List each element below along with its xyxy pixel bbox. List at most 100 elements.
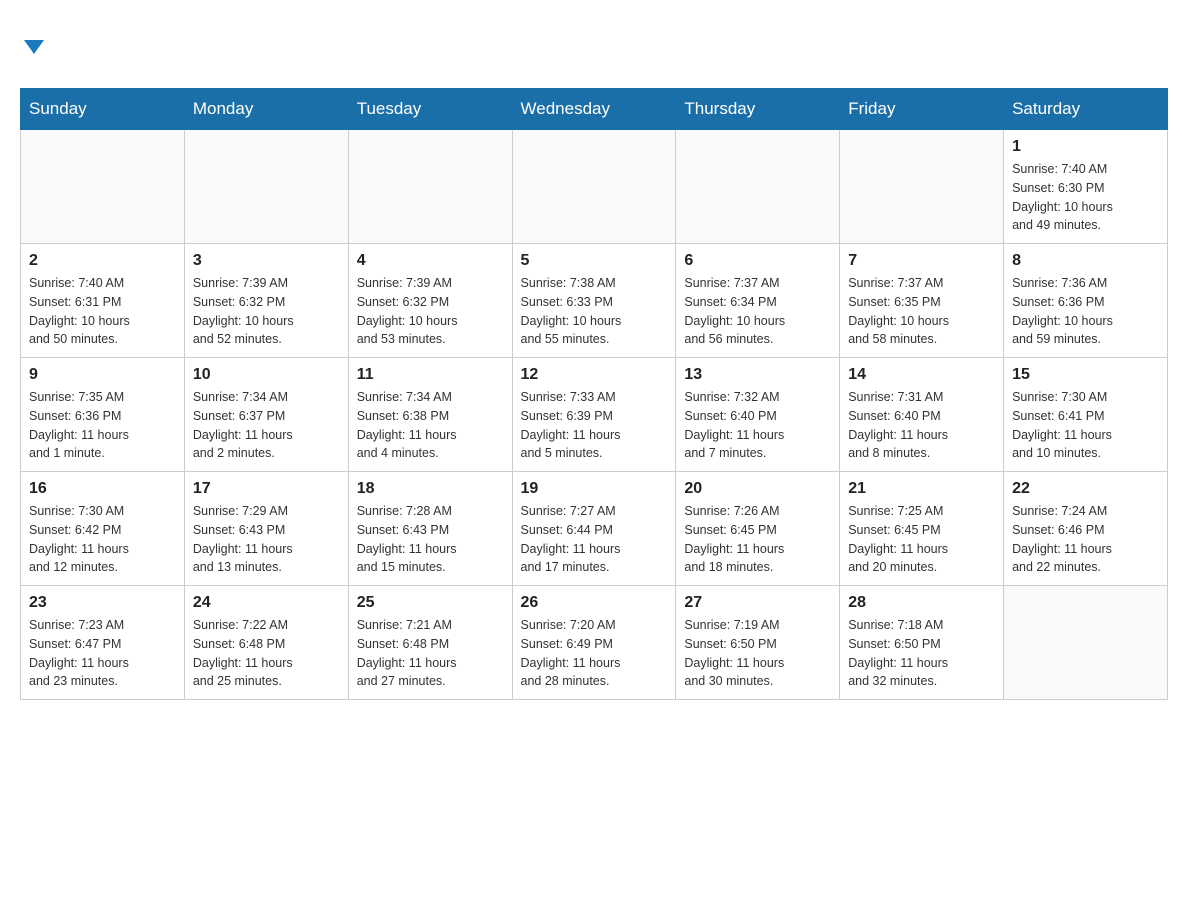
day-number: 4 xyxy=(357,252,504,270)
calendar-cell: 2 Sunrise: 7:40 AMSunset: 6:31 PMDaylight… xyxy=(21,244,185,358)
day-info: Sunrise: 7:38 AMSunset: 6:33 PMDaylight:… xyxy=(521,274,668,349)
calendar-cell: 1 Sunrise: 7:40 AMSunset: 6:30 PMDaylight… xyxy=(1004,130,1168,244)
calendar-cell: 6 Sunrise: 7:37 AMSunset: 6:34 PMDaylight… xyxy=(676,244,840,358)
calendar-cell: 14 Sunrise: 7:31 AMSunset: 6:40 PMDayligh… xyxy=(840,358,1004,472)
day-info: Sunrise: 7:34 AMSunset: 6:37 PMDaylight:… xyxy=(193,388,340,463)
calendar-table: SundayMondayTuesdayWednesdayThursdayFrid… xyxy=(20,88,1168,700)
weekday-header-thursday: Thursday xyxy=(676,89,840,130)
day-info: Sunrise: 7:21 AMSunset: 6:48 PMDaylight:… xyxy=(357,616,504,691)
day-info: Sunrise: 7:39 AMSunset: 6:32 PMDaylight:… xyxy=(357,274,504,349)
calendar-cell xyxy=(676,130,840,244)
day-info: Sunrise: 7:40 AMSunset: 6:30 PMDaylight:… xyxy=(1012,160,1159,235)
calendar-cell: 23 Sunrise: 7:23 AMSunset: 6:47 PMDayligh… xyxy=(21,586,185,700)
day-info: Sunrise: 7:18 AMSunset: 6:50 PMDaylight:… xyxy=(848,616,995,691)
day-info: Sunrise: 7:35 AMSunset: 6:36 PMDaylight:… xyxy=(29,388,176,463)
logo-triangle-icon xyxy=(24,40,44,54)
day-number: 27 xyxy=(684,594,831,612)
day-number: 16 xyxy=(29,480,176,498)
day-info: Sunrise: 7:37 AMSunset: 6:35 PMDaylight:… xyxy=(848,274,995,349)
weekday-header-wednesday: Wednesday xyxy=(512,89,676,130)
calendar-cell: 10 Sunrise: 7:34 AMSunset: 6:37 PMDayligh… xyxy=(184,358,348,472)
day-info: Sunrise: 7:22 AMSunset: 6:48 PMDaylight:… xyxy=(193,616,340,691)
day-number: 9 xyxy=(29,366,176,384)
day-info: Sunrise: 7:23 AMSunset: 6:47 PMDaylight:… xyxy=(29,616,176,691)
day-info: Sunrise: 7:32 AMSunset: 6:40 PMDaylight:… xyxy=(684,388,831,463)
calendar-cell: 15 Sunrise: 7:30 AMSunset: 6:41 PMDayligh… xyxy=(1004,358,1168,472)
day-info: Sunrise: 7:34 AMSunset: 6:38 PMDaylight:… xyxy=(357,388,504,463)
calendar-cell: 11 Sunrise: 7:34 AMSunset: 6:38 PMDayligh… xyxy=(348,358,512,472)
weekday-header-tuesday: Tuesday xyxy=(348,89,512,130)
day-info: Sunrise: 7:27 AMSunset: 6:44 PMDaylight:… xyxy=(521,502,668,577)
calendar-cell: 18Sunrise: 7:28 AMSunset: 6:43 PMDayligh… xyxy=(348,472,512,586)
day-number: 25 xyxy=(357,594,504,612)
calendar-cell xyxy=(1004,586,1168,700)
calendar-cell: 9 Sunrise: 7:35 AMSunset: 6:36 PMDaylight… xyxy=(21,358,185,472)
calendar-cell: 7 Sunrise: 7:37 AMSunset: 6:35 PMDaylight… xyxy=(840,244,1004,358)
calendar-week-5: 23 Sunrise: 7:23 AMSunset: 6:47 PMDayligh… xyxy=(21,586,1168,700)
day-number: 18 xyxy=(357,480,504,498)
day-number: 17 xyxy=(193,480,340,498)
day-info: Sunrise: 7:25 AMSunset: 6:45 PMDaylight:… xyxy=(848,502,995,577)
calendar-cell: 27Sunrise: 7:19 AMSunset: 6:50 PMDayligh… xyxy=(676,586,840,700)
logo xyxy=(20,30,44,58)
day-number: 11 xyxy=(357,366,504,384)
day-number: 13 xyxy=(684,366,831,384)
calendar-cell xyxy=(840,130,1004,244)
calendar-week-4: 16 Sunrise: 7:30 AMSunset: 6:42 PMDayligh… xyxy=(21,472,1168,586)
calendar-cell: 25 Sunrise: 7:21 AMSunset: 6:48 PMDayligh… xyxy=(348,586,512,700)
day-info: Sunrise: 7:20 AMSunset: 6:49 PMDaylight:… xyxy=(521,616,668,691)
calendar-cell: 12Sunrise: 7:33 AMSunset: 6:39 PMDayligh… xyxy=(512,358,676,472)
calendar-cell xyxy=(184,130,348,244)
day-number: 1 xyxy=(1012,138,1159,156)
logo-text xyxy=(20,30,44,58)
calendar-cell: 8Sunrise: 7:36 AMSunset: 6:36 PMDaylight… xyxy=(1004,244,1168,358)
day-number: 26 xyxy=(521,594,668,612)
day-number: 20 xyxy=(684,480,831,498)
day-info: Sunrise: 7:29 AMSunset: 6:43 PMDaylight:… xyxy=(193,502,340,577)
calendar-cell: 24 Sunrise: 7:22 AMSunset: 6:48 PMDayligh… xyxy=(184,586,348,700)
day-info: Sunrise: 7:31 AMSunset: 6:40 PMDaylight:… xyxy=(848,388,995,463)
calendar-week-1: 1 Sunrise: 7:40 AMSunset: 6:30 PMDaylight… xyxy=(21,130,1168,244)
calendar-week-2: 2 Sunrise: 7:40 AMSunset: 6:31 PMDaylight… xyxy=(21,244,1168,358)
day-info: Sunrise: 7:33 AMSunset: 6:39 PMDaylight:… xyxy=(521,388,668,463)
day-info: Sunrise: 7:39 AMSunset: 6:32 PMDaylight:… xyxy=(193,274,340,349)
day-info: Sunrise: 7:37 AMSunset: 6:34 PMDaylight:… xyxy=(684,274,831,349)
day-number: 7 xyxy=(848,252,995,270)
weekday-header-row: SundayMondayTuesdayWednesdayThursdayFrid… xyxy=(21,89,1168,130)
day-number: 2 xyxy=(29,252,176,270)
calendar-cell: 20 Sunrise: 7:26 AMSunset: 6:45 PMDayligh… xyxy=(676,472,840,586)
day-number: 21 xyxy=(848,480,995,498)
calendar-cell: 4 Sunrise: 7:39 AMSunset: 6:32 PMDaylight… xyxy=(348,244,512,358)
weekday-header-friday: Friday xyxy=(840,89,1004,130)
day-info: Sunrise: 7:30 AMSunset: 6:41 PMDaylight:… xyxy=(1012,388,1159,463)
day-info: Sunrise: 7:36 AMSunset: 6:36 PMDaylight:… xyxy=(1012,274,1159,349)
calendar-cell: 28Sunrise: 7:18 AMSunset: 6:50 PMDayligh… xyxy=(840,586,1004,700)
day-info: Sunrise: 7:40 AMSunset: 6:31 PMDaylight:… xyxy=(29,274,176,349)
calendar-week-3: 9 Sunrise: 7:35 AMSunset: 6:36 PMDaylight… xyxy=(21,358,1168,472)
day-number: 15 xyxy=(1012,366,1159,384)
calendar-cell: 26 Sunrise: 7:20 AMSunset: 6:49 PMDayligh… xyxy=(512,586,676,700)
day-info: Sunrise: 7:26 AMSunset: 6:45 PMDaylight:… xyxy=(684,502,831,577)
day-number: 10 xyxy=(193,366,340,384)
calendar-cell: 19 Sunrise: 7:27 AMSunset: 6:44 PMDayligh… xyxy=(512,472,676,586)
calendar-cell: 21 Sunrise: 7:25 AMSunset: 6:45 PMDayligh… xyxy=(840,472,1004,586)
calendar-cell xyxy=(512,130,676,244)
day-number: 24 xyxy=(193,594,340,612)
weekday-header-saturday: Saturday xyxy=(1004,89,1168,130)
day-number: 5 xyxy=(521,252,668,270)
calendar-cell xyxy=(348,130,512,244)
day-info: Sunrise: 7:24 AMSunset: 6:46 PMDaylight:… xyxy=(1012,502,1159,577)
day-number: 23 xyxy=(29,594,176,612)
day-info: Sunrise: 7:30 AMSunset: 6:42 PMDaylight:… xyxy=(29,502,176,577)
calendar-cell: 13 Sunrise: 7:32 AMSunset: 6:40 PMDayligh… xyxy=(676,358,840,472)
day-number: 19 xyxy=(521,480,668,498)
calendar-cell: 16 Sunrise: 7:30 AMSunset: 6:42 PMDayligh… xyxy=(21,472,185,586)
weekday-header-monday: Monday xyxy=(184,89,348,130)
calendar-cell xyxy=(21,130,185,244)
page-header xyxy=(20,20,1168,68)
calendar-cell: 17 Sunrise: 7:29 AMSunset: 6:43 PMDayligh… xyxy=(184,472,348,586)
calendar-cell: 22Sunrise: 7:24 AMSunset: 6:46 PMDayligh… xyxy=(1004,472,1168,586)
day-number: 6 xyxy=(684,252,831,270)
day-number: 14 xyxy=(848,366,995,384)
calendar-cell: 3Sunrise: 7:39 AMSunset: 6:32 PMDaylight… xyxy=(184,244,348,358)
